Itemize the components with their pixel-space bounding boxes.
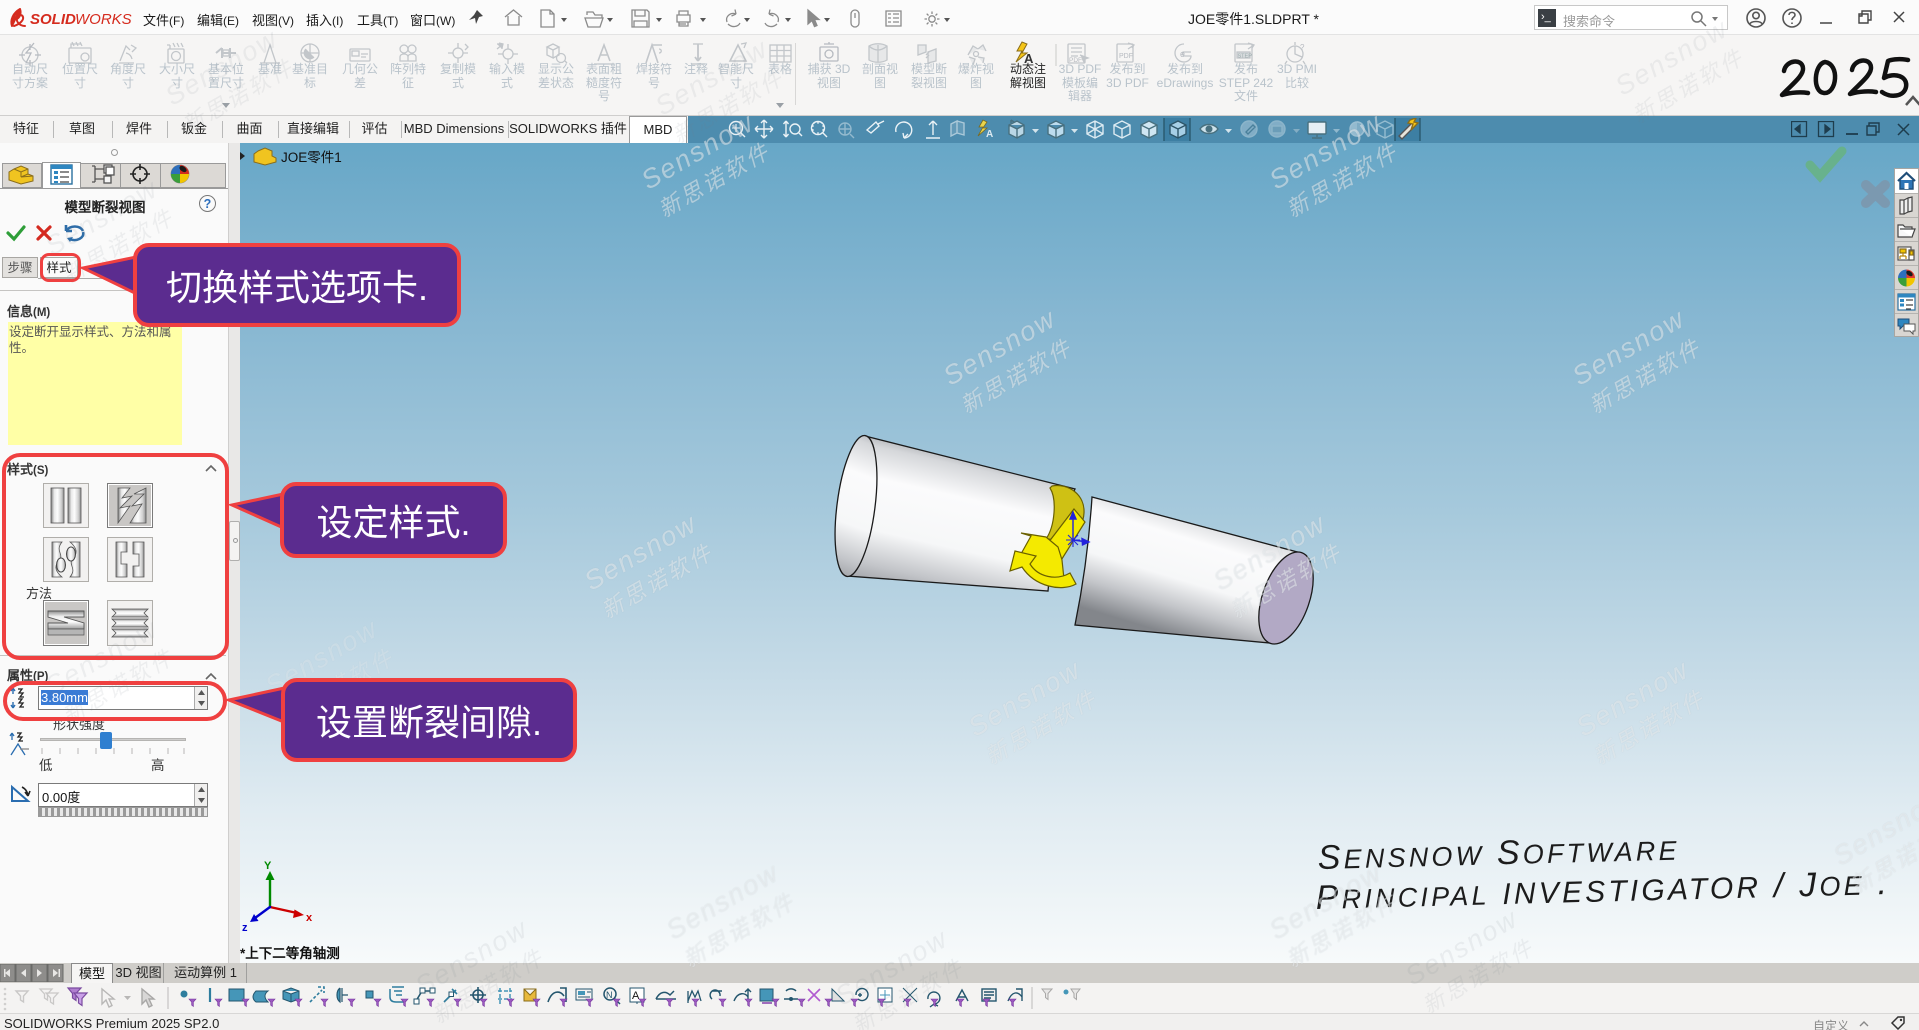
- svg-text:x: x: [306, 912, 313, 924]
- svg-text:JOE零件1: JOE零件1: [281, 150, 342, 165]
- svg-text:N: N: [606, 990, 613, 1000]
- svg-text:SENSNOW SOFTWARE: SENSNOW SOFTWARE: [1317, 830, 1680, 877]
- svg-text:A: A: [632, 990, 640, 1002]
- svg-text:*上下二等角轴测: *上下二等角轴测: [240, 945, 340, 961]
- svg-text:SOLID: SOLID: [30, 11, 76, 28]
- svg-text:?: ?: [1300, 43, 1305, 52]
- svg-text:WORKS: WORKS: [75, 11, 132, 28]
- svg-text:A: A: [986, 129, 993, 140]
- svg-text:z: z: [242, 922, 248, 934]
- svg-text:e: e: [1180, 49, 1185, 59]
- svg-text:3D: 3D: [821, 40, 830, 42]
- svg-text:Y: Y: [264, 860, 272, 872]
- svg-text:STEP: STEP: [1238, 54, 1253, 60]
- svg-text:PDF: PDF: [1119, 53, 1133, 60]
